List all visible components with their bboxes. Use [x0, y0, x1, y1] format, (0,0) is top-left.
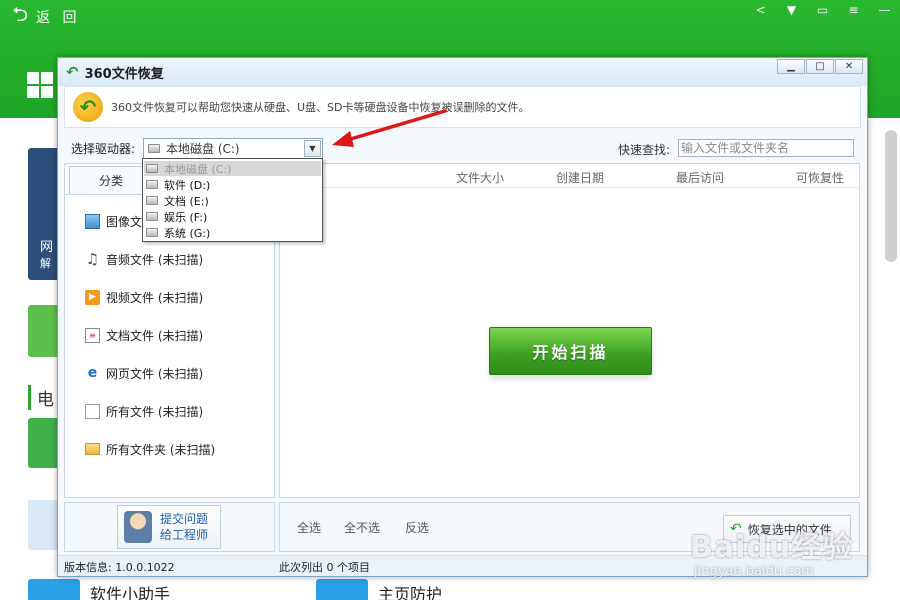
close-button[interactable]: ✕ [835, 59, 863, 74]
category-item-audio[interactable]: ♫ 音频文件 (未扫描) [85, 250, 203, 268]
search-label: 快速查找: [618, 143, 671, 157]
disk-icon [146, 196, 158, 205]
category-label: 音频文件 (未扫描) [106, 252, 204, 267]
app-window-controls: < ▼ ▭ ≡ — [745, 0, 900, 20]
select-all-link[interactable]: 全选 [297, 519, 321, 536]
document-icon: ≡ [85, 327, 100, 343]
menu-icon[interactable]: ≡ [838, 0, 869, 20]
category-label: 视频文件 (未扫描) [106, 290, 204, 305]
banner-text: 360文件恢复可以帮助您快速从硬盘、U盘、SD卡等硬盘设备中恢复被误删除的文件。 [111, 101, 530, 114]
category-item-all-files[interactable]: 所有文件 (未扫描) [85, 402, 203, 420]
drive-dropdown-list: 本地磁盘 (C:) 软件 (D:) 文档 (E:) 娱乐 (F:) 系统 (G:… [142, 158, 323, 242]
video-icon: ▶ [85, 289, 100, 305]
watermark-logo: Baidu经验 [690, 530, 854, 565]
dialog-window-controls: ▁ □ ✕ [776, 59, 863, 74]
minimize-button[interactable]: ▁ [777, 59, 805, 74]
file-recovery-dialog: ↶ 360文件恢复 ▁ □ ✕ ↶ 360文件恢复可以帮助您快速从硬盘、U盘、S… [57, 57, 868, 577]
software-helper-icon[interactable] [28, 579, 80, 600]
home-protect-label[interactable]: 主页防护 [378, 581, 442, 600]
invert-selection-link[interactable]: 反选 [405, 519, 429, 536]
chat-icon[interactable]: ▭ [807, 0, 838, 20]
column-header-size[interactable]: 文件大小 [456, 169, 504, 186]
category-label: 网页文件 (未扫描) [106, 366, 204, 381]
drive-option-f[interactable]: 娱乐 (F:) [144, 209, 321, 224]
version-info: 版本信息: 1.0.0.1022 [64, 561, 175, 574]
disk-icon [146, 228, 158, 237]
chevron-down-icon[interactable]: ▼ [304, 140, 321, 157]
app-scrollbar[interactable] [885, 130, 897, 262]
drive-option-label: 软件 (D:) [164, 178, 211, 192]
watermark-url: jingyan.baidu.com [694, 564, 814, 579]
share-icon[interactable]: < [745, 0, 776, 20]
app-grid-logo-icon [27, 72, 53, 98]
ask-engineer-panel: 提交问题 给工程师 [64, 502, 275, 552]
category-label: 所有文件 (未扫描) [106, 404, 204, 419]
back-arrow-icon: ⮌ [12, 2, 29, 26]
table-header: 件 文件大小 创建日期 最后访问 可恢复性 [280, 164, 859, 188]
category-item-all-folders[interactable]: 所有文件夹 (未扫描) [85, 440, 215, 458]
ask-line-2: 给工程师 [160, 528, 209, 542]
drive-option-g[interactable]: 系统 (G:) [144, 225, 321, 240]
shield-tile-icon[interactable] [28, 418, 60, 468]
drive-option-c[interactable]: 本地磁盘 (C:) [144, 161, 321, 176]
drive-label: 选择驱动器: [71, 142, 136, 156]
drive-option-label: 本地磁盘 (C:) [164, 162, 232, 176]
file-icon [85, 403, 100, 419]
recovery-logo-icon: ↶ [66, 63, 79, 81]
category-label: 所有文件夹 (未扫描) [106, 442, 216, 457]
home-protect-icon[interactable] [316, 579, 368, 600]
column-header-recoverability[interactable]: 可恢复性 [796, 169, 844, 186]
info-banner: ↶ 360文件恢复可以帮助您快速从硬盘、U盘、SD卡等硬盘设备中恢复被误删除的文… [64, 86, 861, 128]
ask-line-1: 提交问题 [160, 512, 209, 526]
annotation-arrow-icon [332, 109, 447, 147]
drive-option-label: 娱乐 (F:) [164, 210, 208, 224]
category-item-video[interactable]: ▶ 视频文件 (未扫描) [85, 288, 203, 306]
back-button[interactable]: ⮌ 返 回 [0, 0, 100, 34]
start-scan-button[interactable]: 开始扫描 [489, 327, 652, 375]
disk-icon [146, 212, 158, 221]
column-header-created[interactable]: 创建日期 [556, 169, 604, 186]
drive-option-e[interactable]: 文档 (E:) [144, 193, 321, 208]
maximize-button[interactable]: □ [806, 59, 834, 74]
ask-engineer-text: 提交问题 给工程师 [160, 511, 208, 543]
section-heading: 电 [28, 385, 54, 410]
column-header-accessed[interactable]: 最后访问 [676, 169, 724, 186]
ask-engineer-button[interactable]: 提交问题 给工程师 [117, 505, 221, 549]
folder-icon [85, 443, 100, 455]
engineer-avatar-icon [124, 511, 152, 543]
restore-arrow-icon: ↶ [73, 92, 103, 122]
audio-icon: ♫ [85, 250, 100, 268]
dialog-title: 360文件恢复 [84, 66, 164, 82]
baidu-watermark: Baidu经验 jingyan.baidu.com [690, 522, 890, 582]
drive-option-d[interactable]: 软件 (D:) [144, 177, 321, 192]
search-input[interactable] [678, 139, 854, 157]
category-item-document[interactable]: ≡ 文档文件 (未扫描) [85, 326, 203, 344]
category-label: 文档文件 (未扫描) [106, 328, 204, 343]
category-item-web[interactable]: e 网页文件 (未扫描) [85, 364, 203, 382]
disk-icon [146, 180, 158, 189]
file-list-panel: 件 文件大小 创建日期 最后访问 可恢复性 开始扫描 [279, 163, 860, 498]
item-count: 此次列出 0 个项目 [279, 561, 370, 574]
doctor-tile-icon[interactable] [28, 500, 60, 550]
shirt-icon[interactable]: ▼ [776, 0, 807, 20]
game-tile-icon[interactable] [28, 305, 60, 357]
disk-icon [146, 164, 158, 173]
software-helper-label[interactable]: 软件小助手 [90, 581, 170, 600]
select-none-link[interactable]: 全不选 [344, 519, 380, 536]
weather-tile[interactable]: 网 解 [28, 148, 60, 280]
weather-text: 网 [40, 240, 54, 255]
drive-option-label: 文档 (E:) [164, 194, 209, 208]
minimize-icon[interactable]: — [869, 0, 900, 20]
image-icon [85, 213, 100, 229]
drive-option-label: 系统 (G:) [164, 226, 211, 240]
dialog-titlebar[interactable]: ↶ 360文件恢复 ▁ □ ✕ [58, 58, 867, 86]
tab-categories[interactable]: 分类 [69, 166, 153, 194]
drive-selected-value: 本地磁盘 (C:) [166, 142, 240, 156]
drive-select[interactable]: 本地磁盘 (C:) ▼ [143, 138, 323, 159]
disk-icon [148, 144, 160, 153]
web-icon: e [87, 365, 98, 381]
back-label: 返 回 [36, 10, 81, 26]
